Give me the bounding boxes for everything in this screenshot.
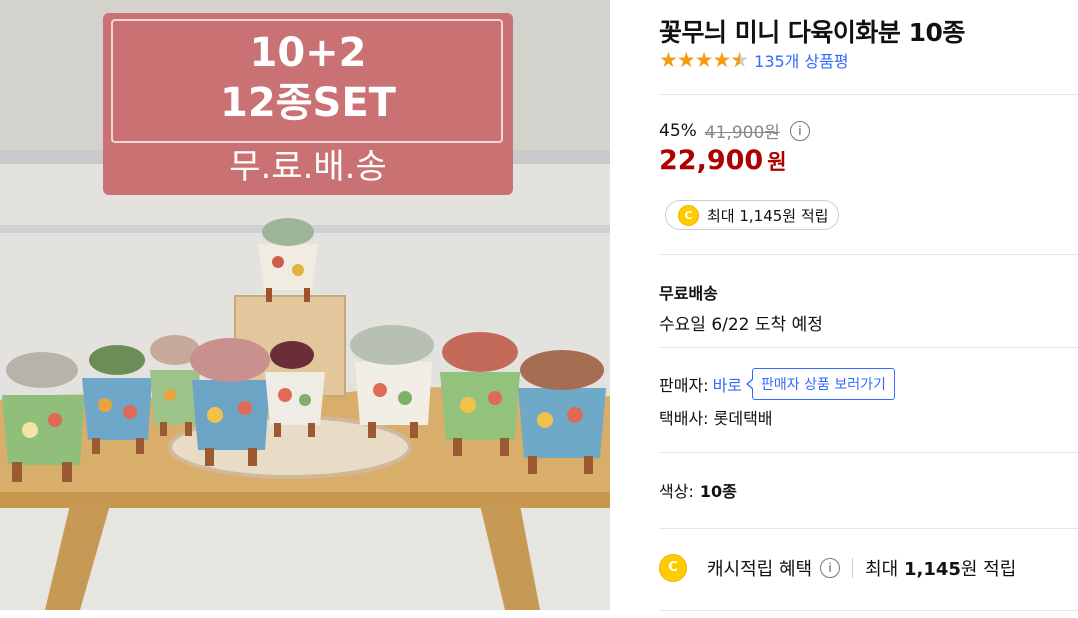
promo-banner: 10+2 12종SET 무.료.배.송 bbox=[103, 13, 513, 195]
product-image[interactable]: 10+2 12종SET 무.료.배.송 bbox=[0, 0, 610, 610]
seller-products-button[interactable]: 판매자 상품 보러가기 bbox=[746, 368, 895, 400]
vertical-divider bbox=[852, 558, 854, 578]
promo-bundle-text: 10+2 bbox=[249, 30, 367, 76]
reward-chip[interactable]: C 최대 1,145원 적립 bbox=[665, 200, 840, 230]
info-icon[interactable]: i bbox=[789, 120, 810, 141]
cash-reward-value: 1,145 bbox=[903, 559, 961, 580]
divider bbox=[659, 254, 1078, 255]
cash-reward-suffix: 원 적립 bbox=[960, 559, 1017, 580]
info-icon[interactable]: i bbox=[820, 558, 841, 578]
reward-chip-text: 최대 1,145원 적립 bbox=[707, 206, 829, 225]
sale-price-row: 22,900 원 bbox=[659, 145, 787, 176]
promo-free-shipping-text: 무.료.배.송 bbox=[229, 147, 387, 187]
promo-set-text: 12종SET bbox=[220, 80, 396, 126]
price-discount-row: 45% 41,900원 i bbox=[659, 118, 810, 143]
option-row[interactable]: 색상: 10종 bbox=[659, 478, 737, 502]
star-rating-icon: ★★★★★ ★ bbox=[659, 48, 749, 72]
coupang-cash-coin-icon: C bbox=[659, 554, 687, 582]
seller-row: 판매자: 바로 판매자 상품 보러가기 bbox=[659, 368, 895, 400]
seller-label: 판매자: bbox=[659, 376, 709, 395]
sale-price-unit: 원 bbox=[767, 150, 787, 174]
arrival-date: 수요일 6/22 도착 예정 bbox=[659, 315, 823, 335]
product-title: 꽃무늬 미니 다육이화분 10종 bbox=[659, 18, 965, 47]
original-price: 41,900원 bbox=[704, 123, 780, 143]
seller-name-link[interactable]: 바로 bbox=[713, 372, 742, 396]
divider bbox=[659, 452, 1078, 453]
discount-rate: 45% bbox=[659, 120, 697, 141]
sale-price: 22,900 bbox=[659, 145, 764, 176]
coupang-cash-coin-icon: C bbox=[678, 204, 699, 226]
cash-reward-label: 캐시적립 혜택 bbox=[707, 559, 813, 580]
option-label: 색상: bbox=[659, 482, 694, 501]
rating-row: ★★★★★ ★ 135개 상품평 bbox=[659, 48, 849, 72]
option-value: 10종 bbox=[699, 482, 737, 501]
cash-reward-amount: 최대 1,145원 적립 bbox=[865, 555, 1016, 581]
divider bbox=[659, 610, 1078, 611]
divider bbox=[659, 94, 1078, 95]
courier-info: 택배사: 롯데택배 bbox=[659, 409, 773, 428]
cash-reward-prefix: 최대 bbox=[865, 559, 899, 580]
divider bbox=[659, 528, 1078, 529]
review-count-link[interactable]: 135개 상품평 bbox=[754, 48, 849, 72]
shipping-type: 무료배송 bbox=[659, 284, 718, 303]
divider bbox=[659, 347, 1078, 348]
cash-reward-row: C 캐시적립 혜택 i 최대 1,145원 적립 bbox=[659, 554, 1016, 582]
